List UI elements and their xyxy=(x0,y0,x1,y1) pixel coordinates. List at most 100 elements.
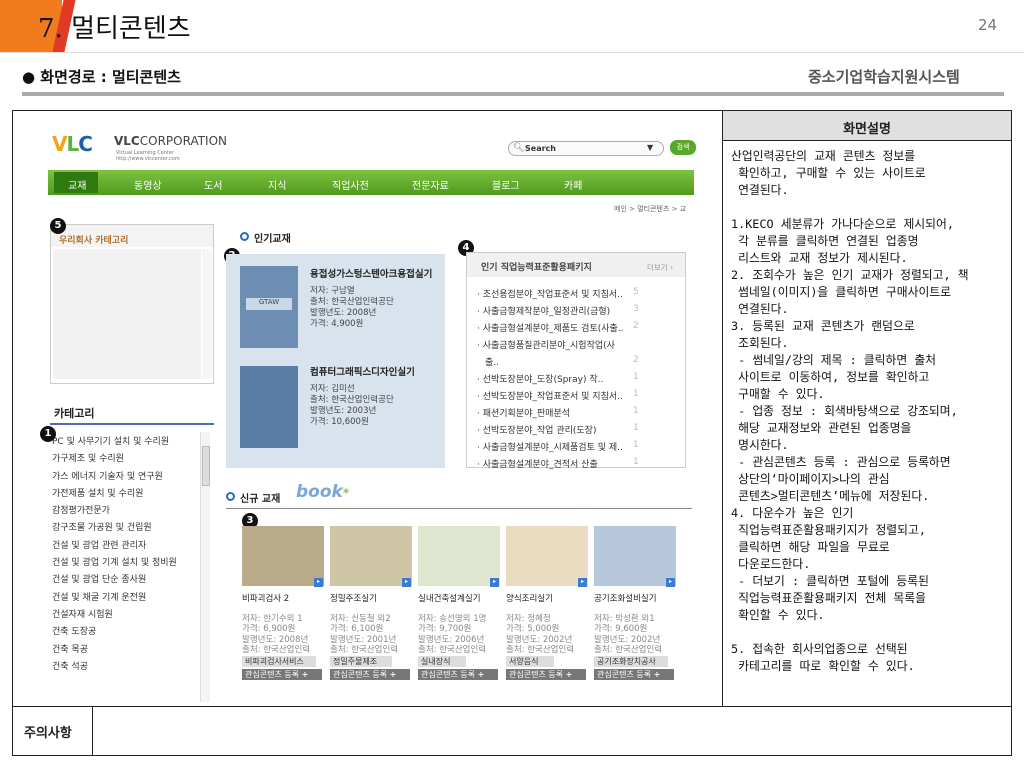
category-item[interactable]: 건축 석공 xyxy=(52,659,212,676)
cover-label: GTAW xyxy=(246,298,292,310)
package-item[interactable]: · 패션기획분야_판매분석 1 xyxy=(477,406,683,423)
company-category-scrollbar[interactable] xyxy=(202,249,212,379)
category-list: PC 및 사무기기 설치 및 수리원 가구제조 및 수리원 가스 에너지 기술자… xyxy=(52,434,212,704)
corp-name: VLCCORPORATION xyxy=(114,134,227,148)
popular-panel: GTAW 용접성가스텅스텐아크용접실기 저자: 구남열 출처: 한국산업인력공단… xyxy=(226,254,445,468)
package-item[interactable]: 출.. 2 xyxy=(477,355,683,372)
new-book-title[interactable]: 실내건축설계실기 xyxy=(418,594,502,605)
favorite-label: 관심콘텐츠 등록 xyxy=(245,669,300,679)
favorite-button[interactable]: 관심콘텐츠 등록 + xyxy=(330,668,410,680)
menu-item-knowledge[interactable]: 지식 xyxy=(268,177,286,192)
new-book-year: 발행년도: 2008년 xyxy=(242,634,309,645)
package-item[interactable]: · 선박도장분야_도장(Spray) 작.. 1 xyxy=(477,372,683,389)
menu-item-books[interactable]: 도서 xyxy=(204,177,222,192)
search-input[interactable]: 🔍︎ Search ▼ xyxy=(508,141,664,156)
category-item[interactable]: 건설 및 채굴 기계 운전원 xyxy=(52,590,212,607)
package-item[interactable]: · 사출금형설계분야_제품도 검토(사출.. 2 xyxy=(477,321,683,338)
category-item[interactable]: 건설자재 시험원 xyxy=(52,607,212,624)
menu-item-job-dictionary[interactable]: 직업사전 xyxy=(332,177,369,192)
new-book-cover[interactable] xyxy=(506,526,588,586)
circle-bullet-icon xyxy=(226,492,235,501)
slide-title-text: 멀티콘텐츠 xyxy=(71,14,191,44)
play-icon[interactable]: ▸ xyxy=(578,578,587,587)
favorite-button[interactable]: 관심콘텐츠 등록 + xyxy=(418,668,498,680)
slide-number-prefix: 7. xyxy=(38,14,63,44)
new-book-year: 발행년도: 2002년 xyxy=(594,634,661,645)
plus-icon: + xyxy=(389,669,397,679)
favorite-button[interactable]: 관심콘텐츠 등록 + xyxy=(506,668,586,680)
chevron-down-icon[interactable]: ▼ xyxy=(647,143,653,152)
category-item[interactable]: 감정평가전문가 xyxy=(52,503,212,520)
play-icon[interactable]: ▸ xyxy=(314,578,323,587)
package-item[interactable]: · 사출금형제작분야_일정관리(금형) 3 xyxy=(477,304,683,321)
category-item[interactable]: 가전제품 설치 및 수리원 xyxy=(52,486,212,503)
company-category-panel: 우리회사 카테고리 xyxy=(50,224,214,384)
new-book-cover[interactable] xyxy=(242,526,324,586)
category-item[interactable]: 가구제조 및 수리원 xyxy=(52,451,212,468)
category-item[interactable]: 건설 및 광업 단순 종사원 xyxy=(52,572,212,589)
new-book-card: ▸ 비파괴검사 2 저자: 한기수외 1 가격: 6,900원 발행년도: 20… xyxy=(242,526,326,680)
industry-tag: 공기조화장치공사 xyxy=(594,655,668,667)
menu-item-blog[interactable]: 블로그 xyxy=(492,177,520,192)
menu-item-cafe[interactable]: 카페 xyxy=(564,177,582,192)
package-more-link[interactable]: 더보기 › xyxy=(647,262,673,273)
star-icon: * xyxy=(342,486,350,500)
new-divider xyxy=(226,508,692,509)
category-item[interactable]: PC 및 사무기기 설치 및 수리원 xyxy=(52,434,212,451)
package-item[interactable]: · 사출금형설계분야_시제품검토 및 제.. 1 xyxy=(477,440,683,457)
category-item[interactable]: 가스 에너지 기술자 및 연구원 xyxy=(52,469,212,486)
play-icon[interactable]: ▸ xyxy=(490,578,499,587)
package-item[interactable]: · 사출금형품질관리분야_시험작업(사 xyxy=(477,338,683,355)
package-item[interactable]: · 선박도장분야_작업표준서 및 지침서.. 1 xyxy=(477,389,683,406)
play-icon[interactable]: ▸ xyxy=(666,578,675,587)
category-scrollbar[interactable] xyxy=(200,432,210,702)
category-item[interactable]: 건축 목공 xyxy=(52,642,212,659)
new-book-card: ▸ 정밀주조실기 저자: 신동철 외2 가격: 6,100원 발행년도: 200… xyxy=(330,526,414,680)
play-icon[interactable]: ▸ xyxy=(402,578,411,587)
package-item-text: · 사출금형품질관리분야_시험작업(사 xyxy=(477,341,615,351)
industry-tag: 정밀주물제조 xyxy=(330,655,392,667)
menu-item-textbook[interactable]: 교재 xyxy=(68,177,86,192)
package-item[interactable]: · 선박도장분야_작업 관리(도장) 1 xyxy=(477,423,683,440)
package-item[interactable]: · 사출금형설계분야_견적서 산출 1 xyxy=(477,457,683,474)
popular-book-price: 가격: 4,900원 xyxy=(310,319,364,329)
category-item[interactable]: 건설 및 광업 관련 관리자 xyxy=(52,538,212,555)
search-button[interactable]: 검색 xyxy=(670,140,696,155)
package-item-text: · 선박도장분야_작업표준서 및 지침서.. xyxy=(477,392,623,402)
popular-book-source: 출처: 한국산업인력공단 xyxy=(310,395,394,405)
category-item[interactable]: 건설 및 광업 기계 설치 및 정비원 xyxy=(52,555,212,572)
favorite-button[interactable]: 관심콘텐츠 등록 + xyxy=(242,668,322,680)
package-item-count: 1 xyxy=(633,406,639,416)
popular-book-cover[interactable]: GTAW xyxy=(240,266,298,348)
caution-label: 주의사항 xyxy=(24,726,72,741)
category-item[interactable]: 건축 도장공 xyxy=(52,624,212,641)
popular-book-cover[interactable] xyxy=(240,366,298,448)
new-book-cover[interactable] xyxy=(418,526,500,586)
site-logo[interactable]: VLC xyxy=(52,132,93,156)
category-scroll-thumb[interactable] xyxy=(202,446,210,486)
category-title-underline xyxy=(50,423,214,425)
new-book-title[interactable]: 정밀주조실기 xyxy=(330,594,414,605)
new-book-title[interactable]: 공기조화설비실기 xyxy=(594,594,678,605)
menu-item-video[interactable]: 동영상 xyxy=(134,177,162,192)
favorite-button[interactable]: 관심콘텐츠 등록 + xyxy=(594,668,674,680)
logo-v: V xyxy=(52,132,68,156)
popular-book-title[interactable]: 컴퓨터그래픽스디자인실기 xyxy=(310,364,415,378)
breadcrumb: 메인 > 멀티콘텐츠 > 교 xyxy=(614,205,687,213)
menu-item-professional[interactable]: 전문자료 xyxy=(412,177,449,192)
popular-book-author: 저자: 구남열 xyxy=(310,286,355,296)
site-screenshot: VLC VLCCORPORATION Virtual Learning Cent… xyxy=(14,112,722,706)
plus-icon: + xyxy=(301,669,309,679)
new-book-cover[interactable] xyxy=(330,526,412,586)
category-item[interactable]: 강구조물 가공원 및 건립원 xyxy=(52,520,212,537)
new-book-cover[interactable] xyxy=(594,526,676,586)
new-book-title[interactable]: 비파괴검사 2 xyxy=(242,594,326,605)
description-body: 산업인력공단의 교재 콘텐츠 정보를 확인하고, 구매할 수 있는 사이트로 연… xyxy=(731,149,969,673)
package-item-text: · 조선용접분야_작업표준서 및 지침서.. xyxy=(477,290,623,300)
package-item[interactable]: · 조선용접분야_작업표준서 및 지침서.. 5 xyxy=(477,287,683,304)
row-divider xyxy=(12,706,1012,707)
new-book-title[interactable]: 양식조리실기 xyxy=(506,594,590,605)
popular-book-title[interactable]: 용접성가스텅스텐아크용접실기 xyxy=(310,266,432,280)
package-item-count: 3 xyxy=(633,304,639,314)
new-book-author: 저자: 정혜정 xyxy=(506,613,551,624)
